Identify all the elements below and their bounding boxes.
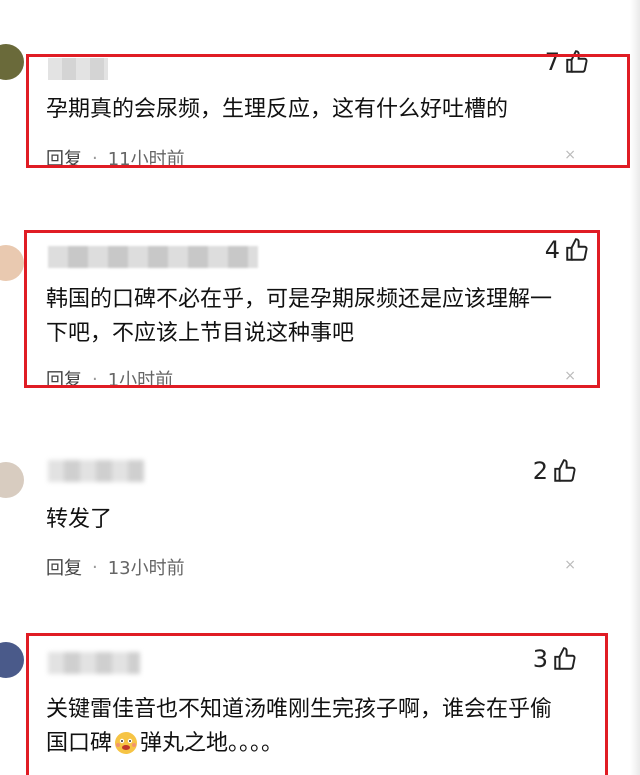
highlight-box (26, 633, 608, 775)
avatar[interactable] (0, 642, 24, 678)
scrollbar[interactable] (630, 0, 640, 775)
comment-item: 3 关键雷佳音也不知道汤唯刚生完孩子啊，谁会在乎偷国口碑 弹丸之地。。。。 (0, 0, 640, 775)
